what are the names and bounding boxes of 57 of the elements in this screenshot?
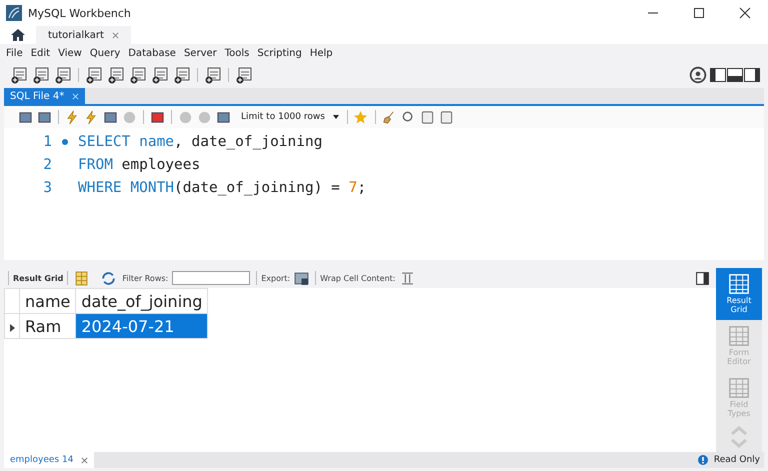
wrap-cell-content-label: Wrap Cell Content: [320,274,396,282]
menu-item[interactable]: Scripting [257,48,302,58]
bottom-panel-toggle-icon[interactable] [727,68,743,82]
export-icon[interactable] [294,270,310,286]
menu-item[interactable]: View [58,48,82,58]
code-line: SELECT name, date_of_joining [78,134,322,150]
column-header[interactable]: name [20,288,76,314]
home-icon[interactable] [10,28,26,42]
side-panel-label: Form Editor [726,349,752,367]
side-panel-tab[interactable]: Result Grid [716,268,762,320]
line-number: 1 [43,134,52,150]
app-logo-icon [6,5,22,21]
tab-label: tutorialkart [48,30,104,40]
result-grid-label: Result Grid [13,274,64,282]
menu-item[interactable]: File [6,48,23,58]
menu-item[interactable]: Query [90,48,120,58]
sidebar-toggle-icon[interactable] [710,68,726,82]
menu-item[interactable]: Edit [30,48,50,58]
filter-rows-label: Filter Rows: [122,274,168,282]
connection-tab[interactable]: tutorialkart [36,26,131,44]
user-circle-icon[interactable] [689,66,707,84]
window-title: MySQL Workbench [28,6,131,20]
tab-label: employees 14 [10,455,74,465]
side-panel-toggle-icon[interactable] [744,68,760,82]
export-label: Export: [261,274,290,282]
side-panel-label: Result Grid [726,297,752,315]
row-limit-dropdown[interactable]: Limit to 1000 rows [237,110,343,124]
grid-icon [728,273,750,296]
table-cell[interactable]: 2024-07-21 [76,314,208,338]
stop-sign-icon[interactable] [150,110,165,124]
star-plus-icon[interactable] [354,110,369,124]
close-icon[interactable] [739,7,751,19]
tab-label: SQL File 4* [10,90,64,102]
menu-item[interactable]: Help [310,48,333,58]
caret-icon [333,115,339,119]
line-number: 3 [43,180,52,196]
menu-item[interactable]: Server [184,48,217,58]
maximize-icon[interactable] [693,7,705,19]
column-header[interactable]: date_of_joining [76,288,208,314]
filter-rows-field[interactable] [172,271,250,285]
code-line: WHERE MONTH(date_of_joining) = 7; [78,180,366,196]
document-plus-icon[interactable] [10,66,28,84]
code-line: FROM employees [78,156,200,172]
menu-item[interactable]: Database [128,48,176,58]
grid-icon [728,377,750,400]
wrap-text-icon[interactable] [400,270,414,286]
grid-icon[interactable] [74,270,90,286]
status-text: Read Only [714,455,760,465]
result-tab[interactable]: employees 14 [4,452,94,468]
line-number: 2 [43,156,52,172]
close-icon[interactable] [81,456,88,464]
grid-icon [728,325,750,348]
query-tab[interactable]: SQL File 4* [4,88,86,104]
panel-toggle-icon[interactable] [695,270,710,286]
side-panel-label: Field Types [726,401,752,419]
refresh-icon[interactable] [101,270,116,286]
menu-item[interactable]: Tools [224,48,250,58]
